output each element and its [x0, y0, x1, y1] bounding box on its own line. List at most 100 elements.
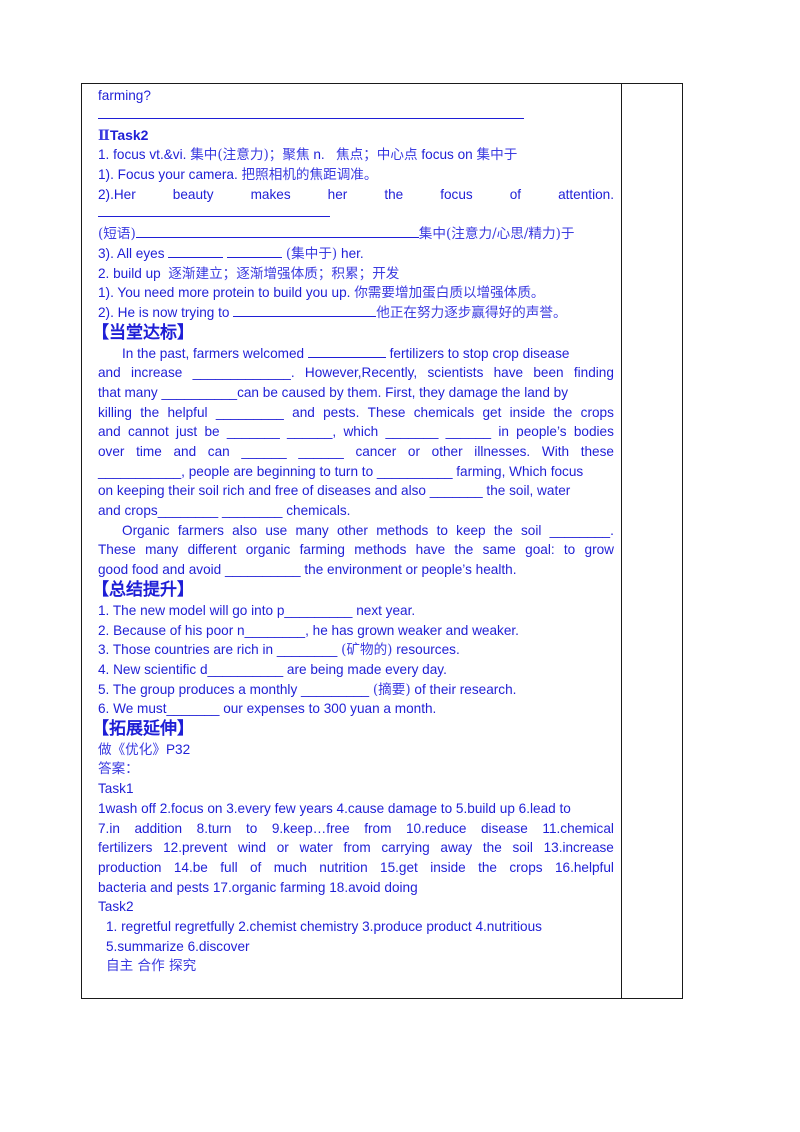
- word: and: [173, 444, 197, 459]
- paragraph-line: killing the helpful _________ and pests. These…: [98, 403, 614, 423]
- word: chemicals: [413, 404, 475, 420]
- word: killing: [98, 404, 132, 420]
- word: soil: [512, 840, 533, 856]
- word: different: [187, 542, 237, 558]
- example-sentence: 2). He is now trying to 他正在努力逐步赢得好的声誉。: [98, 303, 614, 323]
- word: These: [367, 404, 406, 420]
- word: and: [98, 365, 121, 381]
- task2-answers-label: Task2: [98, 899, 134, 915]
- exercise-hint: (摘要): [372, 681, 411, 698]
- word: helpful: [167, 404, 208, 420]
- word: farming: [299, 542, 345, 558]
- section-heading-extend: 【拓展延伸】: [92, 718, 194, 739]
- word: 16.helpful: [554, 860, 614, 876]
- example-cn: 他正在努力逐步赢得好的声誉。: [376, 304, 567, 321]
- word: Organic: [122, 522, 170, 538]
- section-heading-practice: 【当堂达标】: [92, 322, 194, 343]
- word: of: [509, 186, 522, 202]
- word: from: [343, 840, 371, 856]
- word: have: [415, 542, 446, 558]
- exercise-hint: (矿物的): [341, 642, 393, 659]
- word: methods: [354, 542, 407, 558]
- paragraph-line: good food and avoid __________ the envir…: [98, 562, 517, 578]
- paragraph-line: Organic farmers also use many other methods to k…: [98, 521, 614, 541]
- word: ______: [298, 444, 344, 459]
- example-en: 3). All eyes: [98, 245, 165, 261]
- paragraph-line: and cannot just be _______ ______, which ______…: [98, 422, 614, 442]
- word: 10.reduce: [405, 820, 467, 836]
- fill-blank[interactable]: [135, 236, 419, 239]
- paragraph-line: on keeping their soil rich and free of d…: [98, 483, 571, 499]
- phrase-label: (短语): [98, 226, 136, 243]
- paragraph-line: over time and can ______ ______ cancer or other i…: [98, 442, 614, 462]
- task1-answer-line: 7.in addition 8.turn to 9.keep…free from 10.re…: [98, 819, 614, 839]
- fill-blank[interactable]: [307, 356, 386, 358]
- notes-column-divider: [621, 84, 622, 998]
- paragraph-line: ___________, people are beginning to tur…: [98, 463, 584, 479]
- word: However,Recently,: [304, 365, 418, 381]
- exercise-text: resources.: [392, 642, 460, 658]
- vocab-pos: n.: [313, 147, 325, 163]
- word: grow: [584, 542, 614, 558]
- example-sentence: 3). All eyes (集中于) her.: [98, 244, 614, 264]
- word: use: [265, 522, 288, 538]
- summary-exercise-item: 3. Those countries are rich in ________ …: [98, 640, 614, 660]
- phrase-meaning: 集中(注意力/心思/精力)于: [418, 226, 575, 243]
- word: just: [176, 424, 198, 440]
- answer-blank-line: [98, 106, 614, 126]
- example-sentence-justified: 2).Her beauty makes her the focus of attention.: [98, 185, 614, 205]
- text: fertilizers to stop crop disease: [385, 345, 570, 361]
- word: people’s: [516, 424, 567, 440]
- word: 15.get: [380, 860, 418, 876]
- fill-blank[interactable]: [233, 315, 377, 317]
- vocab-word: 2. build up: [98, 265, 161, 281]
- paragraph-line: and increase _____________. However,Recentl…: [98, 363, 614, 383]
- word: of: [249, 860, 262, 876]
- word: addition: [134, 820, 183, 836]
- footer-motto: 自主 合作 探究: [106, 957, 197, 974]
- word: ______: [241, 444, 287, 459]
- word: 14.be: [173, 860, 208, 876]
- task2-title: ⅡTask2: [98, 125, 614, 145]
- word: _______: [226, 424, 280, 440]
- word: wind: [238, 840, 267, 856]
- vocab-meaning: 逐渐建立；逐渐增强体质；积累；开发: [168, 265, 400, 282]
- word: soil: [521, 522, 542, 538]
- word: farmers: [177, 522, 224, 538]
- phrase-blank-line: (短语) 集中(注意力/心思/精力)于: [98, 224, 614, 244]
- answer-blank-line: [98, 204, 614, 224]
- summary-exercise-item: 2. Because of his poor n________, he has…: [98, 621, 614, 641]
- assignment-page: P32: [165, 741, 191, 757]
- task2-label: Task2: [109, 127, 149, 144]
- word: inside: [509, 404, 546, 420]
- word: to: [563, 542, 576, 558]
- word: or: [276, 840, 289, 856]
- word: other: [431, 444, 463, 459]
- summary-exercise-list: 1. The new model will go into p_________…: [98, 601, 614, 719]
- section-heading-summary: 【总结提升】: [92, 579, 194, 600]
- practice-paragraph-1: In the past, farmers welcomed fertilizer…: [98, 344, 614, 521]
- word: keep: [456, 522, 486, 538]
- word: beauty: [172, 186, 214, 202]
- text: In the past, farmers welcomed: [122, 345, 308, 361]
- word: which: [343, 424, 379, 440]
- word: time: [136, 444, 162, 459]
- continuation-text: farming?: [98, 88, 151, 103]
- vocab-focus-head: 1. focus vt.&vi. 集中(注意力)；聚焦 n. 焦点；中心点 fo…: [98, 145, 614, 165]
- word: ______,: [287, 424, 337, 440]
- word: inside: [430, 860, 466, 876]
- worksheet-table: farming? ⅡTask2 1. focus vt.&vi. 集中(注意力)…: [81, 83, 683, 999]
- fill-blank[interactable]: [227, 256, 283, 258]
- word: nutrition: [319, 860, 368, 876]
- word: focus: [440, 186, 473, 202]
- word: pests.: [323, 404, 360, 420]
- word: in: [498, 424, 509, 440]
- word: can: [207, 444, 230, 459]
- example-cn: 你需要增加蛋白质以增强体质。: [354, 285, 545, 302]
- word: 8.turn: [196, 820, 232, 836]
- example-hint: (集中于): [285, 245, 338, 262]
- word: over: [98, 444, 125, 459]
- answers-label: 答案：: [98, 760, 139, 777]
- word: 11.chemical: [542, 820, 614, 836]
- fill-blank[interactable]: [168, 256, 224, 258]
